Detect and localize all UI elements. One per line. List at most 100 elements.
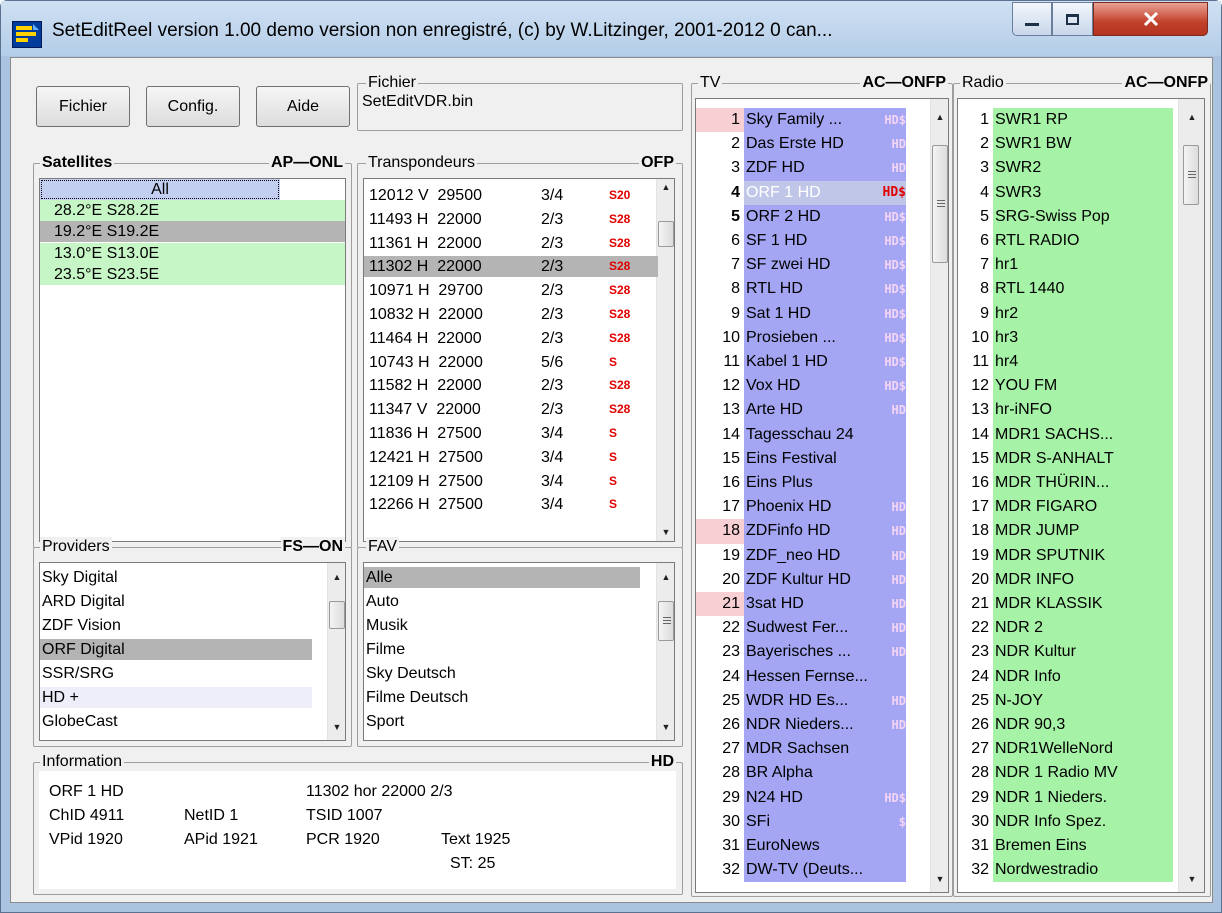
- transponder-row[interactable]: 12421 H 27500 3/4 S: [364, 447, 658, 468]
- providers-scrollbar[interactable]: ▲ ▼: [327, 563, 345, 740]
- tv-channel-row[interactable]: 6 SF 1 HD HD$: [696, 229, 946, 254]
- satellite-row[interactable]: 23.5°E S23.5E: [40, 263, 345, 285]
- radio-channel-row[interactable]: 13 hr-iNFO: [958, 398, 1178, 423]
- tv-channel-row[interactable]: 20 ZDF Kultur HD HD: [696, 567, 946, 592]
- tv-channel-row[interactable]: 31 EuroNews: [696, 834, 946, 859]
- radio-channel-row[interactable]: 3 SWR2: [958, 156, 1178, 181]
- tv-channel-row[interactable]: 22 Sudwest Fer... HD: [696, 616, 946, 641]
- radio-channel-row[interactable]: 16 MDR THÜRIN...: [958, 471, 1178, 496]
- radio-channel-row[interactable]: 32 Nordwestradio: [958, 858, 1178, 883]
- radio-channel-row[interactable]: 2 SWR1 BW: [958, 132, 1178, 157]
- file-button[interactable]: Fichier: [36, 86, 130, 127]
- tv-channel-row[interactable]: 15 Eins Festival: [696, 446, 946, 471]
- tv-channel-row[interactable]: 9 Sat 1 HD HD$: [696, 301, 946, 326]
- radio-channel-row[interactable]: 5 SRG-Swiss Pop: [958, 204, 1178, 229]
- radio-channel-row[interactable]: 18 MDR JUMP: [958, 519, 1178, 544]
- tv-channel-row[interactable]: 27 MDR Sachsen: [696, 737, 946, 762]
- tv-channel-row[interactable]: 19 ZDF_neo HD HD: [696, 543, 946, 568]
- satellite-row[interactable]: 28.2°E S28.2E: [40, 200, 345, 222]
- tv-channel-list[interactable]: ▲ ▼ 1 Sky Family ... HD$ 2 Das Erste HD HD 3 ZD…: [695, 98, 949, 893]
- tv-channel-row[interactable]: 10 Prosieben ... HD$: [696, 325, 946, 350]
- provider-row[interactable]: HD +: [40, 687, 312, 708]
- radio-channel-row[interactable]: 1 SWR1 RP: [958, 108, 1178, 133]
- transponder-row[interactable]: 11347 V 22000 2/3 S28: [364, 399, 658, 420]
- transponder-row[interactable]: 11302 H 22000 2/3 S28: [364, 256, 658, 278]
- provider-row[interactable]: ORF Digital: [40, 639, 312, 660]
- scroll-up-icon[interactable]: ▲: [328, 569, 345, 586]
- radio-channel-row[interactable]: 9 hr2: [958, 301, 1178, 326]
- fav-row[interactable]: Musik: [364, 615, 640, 636]
- maximize-button[interactable]: [1052, 2, 1093, 36]
- minimize-button[interactable]: [1012, 2, 1052, 36]
- provider-row[interactable]: Sky Digital: [40, 567, 312, 588]
- scroll-up-icon[interactable]: ▲: [1179, 109, 1204, 126]
- satellite-row[interactable]: 19.2°E S19.2E: [40, 221, 345, 243]
- scroll-down-icon[interactable]: ▼: [657, 719, 674, 736]
- radio-channel-row[interactable]: 15 MDR S-ANHALT: [958, 446, 1178, 471]
- tv-channel-row[interactable]: 23 Bayerisches ... HD: [696, 640, 946, 665]
- scroll-thumb[interactable]: [329, 601, 345, 629]
- radio-channel-row[interactable]: 31 Bremen Eins: [958, 834, 1178, 859]
- app-icon[interactable]: [12, 21, 42, 48]
- radio-channel-row[interactable]: 26 NDR 90,3: [958, 713, 1178, 738]
- satellite-row[interactable]: All: [40, 179, 280, 200]
- tv-channel-row[interactable]: 29 N24 HD HD$: [696, 785, 946, 810]
- tv-channel-row[interactable]: 16 Eins Plus: [696, 471, 946, 496]
- transponder-row[interactable]: 10971 H 29700 2/3 S28: [364, 280, 658, 301]
- transponder-row[interactable]: 11582 H 22000 2/3 S28: [364, 375, 658, 396]
- tv-channel-row[interactable]: 32 DW-TV (Deuts...: [696, 858, 946, 883]
- transponder-row[interactable]: 12012 V 29500 3/4 S20: [364, 185, 658, 206]
- radio-channel-row[interactable]: 17 MDR FIGARO: [958, 495, 1178, 520]
- transponder-row[interactable]: 10743 H 22000 5/6 S: [364, 352, 658, 373]
- radio-channel-row[interactable]: 24 NDR Info: [958, 664, 1178, 689]
- radio-channel-row[interactable]: 22 NDR 2: [958, 616, 1178, 641]
- tv-channel-row[interactable]: 28 BR Alpha: [696, 761, 946, 786]
- tv-channel-row[interactable]: 14 Tagesschau 24: [696, 422, 946, 447]
- radio-channel-row[interactable]: 10 hr3: [958, 325, 1178, 350]
- tv-channel-row[interactable]: 30 SFi $: [696, 809, 946, 834]
- transponder-row[interactable]: 10832 H 22000 2/3 S28: [364, 304, 658, 325]
- provider-row[interactable]: GlobeCast: [40, 711, 312, 732]
- scroll-up-icon[interactable]: ▲: [657, 569, 674, 586]
- radio-channel-row[interactable]: 23 NDR Kultur: [958, 640, 1178, 665]
- tv-channel-row[interactable]: 17 Phoenix HD HD: [696, 495, 946, 520]
- tv-channel-row[interactable]: 13 Arte HD HD: [696, 398, 946, 423]
- provider-row[interactable]: SSR/SRG: [40, 663, 312, 684]
- tv-channel-row[interactable]: 21 3sat HD HD: [696, 592, 946, 617]
- transponder-row[interactable]: 11464 H 22000 2/3 S28: [364, 328, 658, 349]
- satellites-list[interactable]: All 28.2°E S28.2E 19.2°E S19.2E 13.0°E S13.…: [39, 178, 346, 542]
- scroll-down-icon[interactable]: ▼: [1179, 871, 1204, 888]
- fav-scrollbar[interactable]: ▲ ▼: [656, 563, 674, 740]
- config-button[interactable]: Config.: [146, 86, 240, 127]
- close-button[interactable]: [1093, 2, 1208, 36]
- satellite-row[interactable]: 13.0°E S13.0E: [40, 242, 345, 264]
- provider-row[interactable]: ZDF Vision: [40, 615, 312, 636]
- tv-channel-row[interactable]: 26 NDR Nieders... HD: [696, 713, 946, 738]
- transponder-row[interactable]: 11361 H 22000 2/3 S28: [364, 233, 658, 254]
- scroll-thumb[interactable]: [1183, 145, 1199, 205]
- radio-channel-row[interactable]: 14 MDR1 SACHS...: [958, 422, 1178, 447]
- tv-channel-row[interactable]: 8 RTL HD HD$: [696, 277, 946, 302]
- transponder-row[interactable]: 12109 H 27500 3/4 S: [364, 471, 658, 492]
- transponders-scrollbar[interactable]: ▲ ▼: [656, 179, 674, 541]
- radio-channel-row[interactable]: 19 MDR SPUTNIK: [958, 543, 1178, 568]
- radio-channel-row[interactable]: 25 N-JOY: [958, 688, 1178, 713]
- radio-channel-row[interactable]: 29 NDR 1 Nieders.: [958, 785, 1178, 810]
- tv-channel-row[interactable]: 1 Sky Family ... HD$: [696, 108, 946, 133]
- title-bar[interactable]: SetEditReel version 1.00 demo version no…: [1, 1, 1221, 56]
- radio-channel-row[interactable]: 4 SWR3: [958, 180, 1178, 205]
- fav-row[interactable]: Alle: [364, 567, 640, 588]
- help-button[interactable]: Aide: [256, 86, 350, 127]
- transponders-list[interactable]: ▲ ▼ 12012 V 29500 3/4 S20 11493 H 22000 2/3 S…: [363, 178, 675, 542]
- scroll-down-icon[interactable]: ▼: [328, 719, 345, 736]
- fav-row[interactable]: Filme: [364, 639, 640, 660]
- scroll-down-icon[interactable]: ▼: [657, 524, 674, 541]
- tv-channel-row[interactable]: 2 Das Erste HD HD: [696, 132, 946, 157]
- tv-channel-row[interactable]: 25 WDR HD Es... HD: [696, 688, 946, 713]
- radio-channel-row[interactable]: 11 hr4: [958, 350, 1178, 375]
- providers-list[interactable]: ▲ ▼ Sky Digital ARD Digital ZDF Vision ORF …: [39, 562, 346, 741]
- tv-channel-row[interactable]: 3 ZDF HD HD: [696, 156, 946, 181]
- provider-row[interactable]: ARD Digital: [40, 591, 312, 612]
- transponder-row[interactable]: 11493 H 22000 2/3 S28: [364, 209, 658, 230]
- fav-row[interactable]: Filme Deutsch: [364, 687, 640, 708]
